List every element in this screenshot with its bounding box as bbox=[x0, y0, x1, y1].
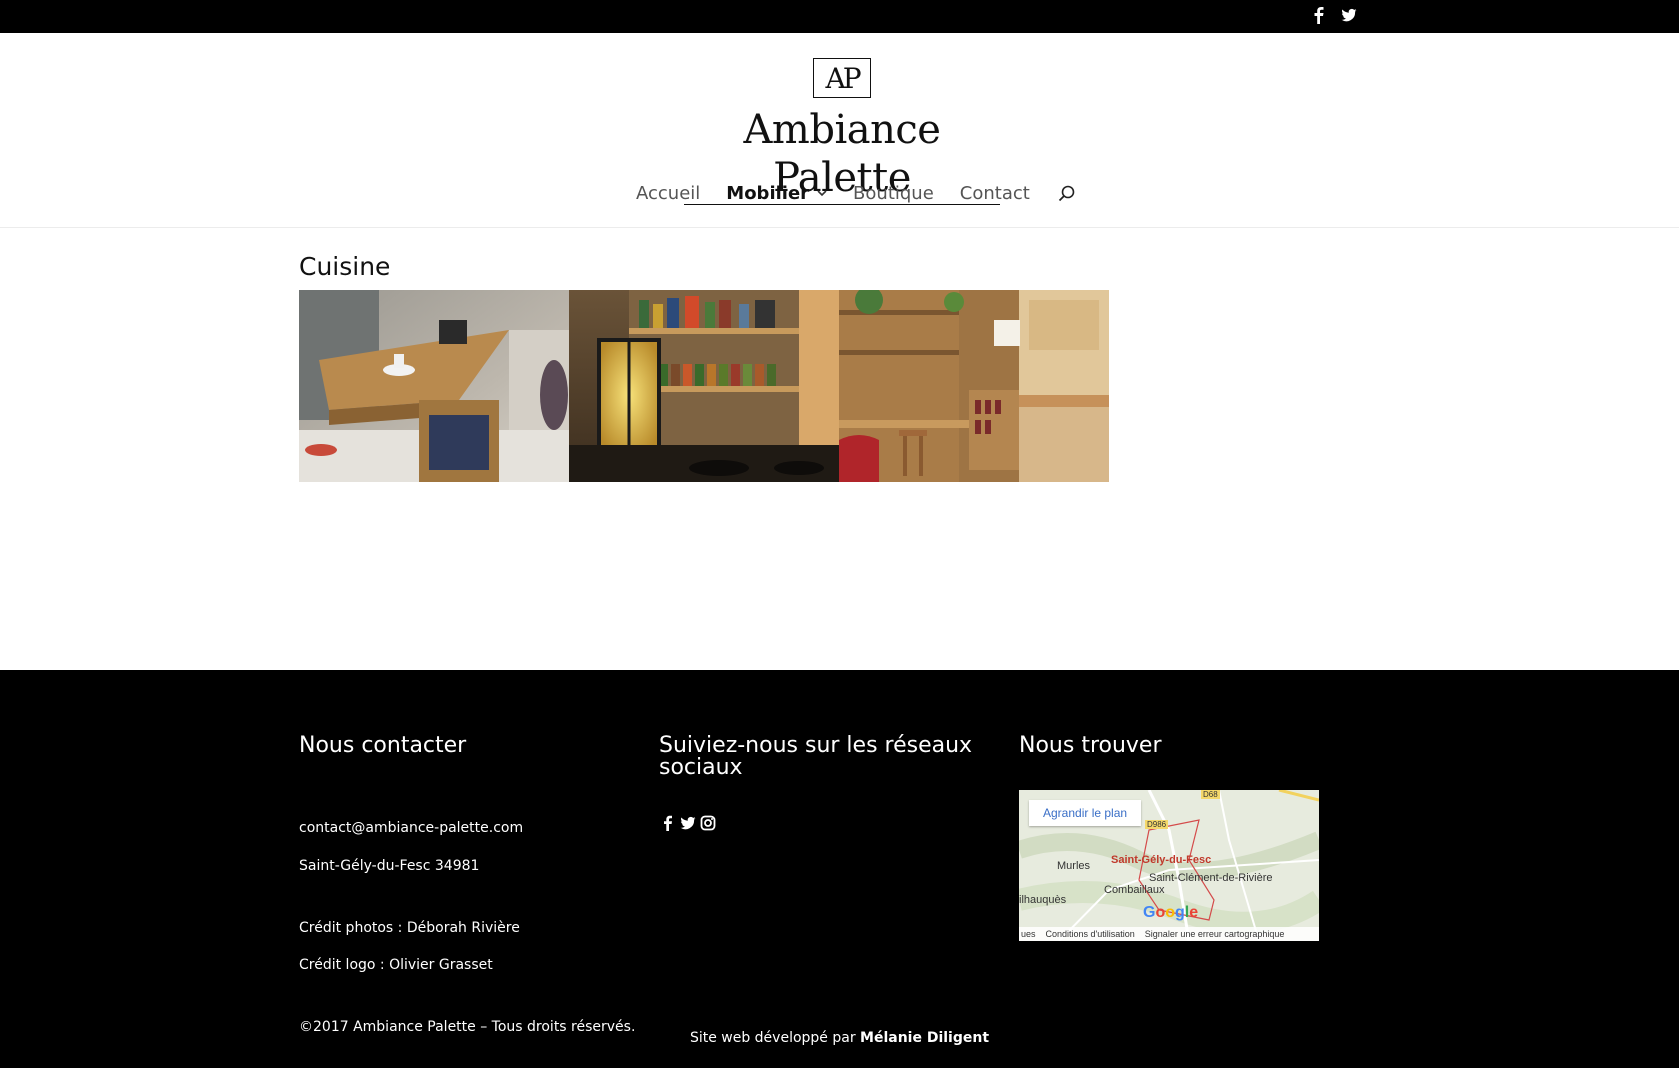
footer-social: Suiviez-nous sur les réseaux sociaux bbox=[659, 735, 979, 779]
facebook-icon[interactable] bbox=[1311, 6, 1327, 24]
footer-contact: Nous contacter contact@ambiance-palette.… bbox=[299, 733, 635, 1036]
chevron-down-icon bbox=[817, 187, 827, 200]
credit-photos: Crédit photos : Déborah Rivière bbox=[299, 920, 520, 936]
site-logo[interactable]: AP Ambiance Palette bbox=[684, 58, 1000, 205]
footer-contact-heading: Nous contacter bbox=[299, 733, 467, 758]
map-attribution-bar: ues Conditions d'utilisation Signaler un… bbox=[1019, 927, 1319, 941]
map-label-vailhauques: ilhauquès bbox=[1019, 894, 1067, 906]
nav-item-mobilier[interactable]: Mobilier bbox=[726, 183, 827, 204]
map-terms-link[interactable]: Conditions d'utilisation bbox=[1046, 929, 1135, 939]
top-bar bbox=[0, 0, 1679, 33]
gallery-photo-3[interactable] bbox=[839, 290, 1109, 482]
logo-mark: AP bbox=[813, 58, 871, 98]
developer-credit: Site web développé par Mélanie Diligent bbox=[0, 1030, 1679, 1046]
search-icon[interactable] bbox=[1058, 185, 1076, 203]
developer-name[interactable]: Mélanie Diligent bbox=[860, 1030, 989, 1046]
nav-item-label: Contact bbox=[959, 183, 1030, 204]
map-label-saint-clement: Saint-Clément-de-Rivière bbox=[1149, 872, 1273, 884]
footer-social-heading: Suiviez-nous sur les réseaux sociaux bbox=[659, 733, 973, 780]
map-label-combaillaux: Combaillaux bbox=[1104, 884, 1165, 896]
facebook-icon[interactable] bbox=[660, 815, 676, 831]
enlarge-map-button[interactable]: Agrandir le plan bbox=[1029, 800, 1142, 826]
google-logo: Google bbox=[1143, 904, 1199, 921]
footer-social-icons bbox=[660, 815, 716, 831]
nav-item-boutique[interactable]: Boutique bbox=[853, 183, 934, 204]
map-attribution-text: ues bbox=[1021, 929, 1036, 939]
nav-item-contact[interactable]: Contact bbox=[960, 183, 1030, 204]
map-label-saint-gely: Saint-Gély-du-Fesc bbox=[1111, 854, 1212, 866]
site-footer bbox=[0, 670, 1679, 1068]
top-social-links bbox=[1311, 6, 1357, 24]
road-label: D68 bbox=[1201, 790, 1220, 799]
google-map[interactable]: Agrandir le plan D68 D986 Murles Saint-G… bbox=[1019, 790, 1319, 941]
nav-item-label: Boutique bbox=[853, 183, 934, 204]
gallery-photo-1[interactable] bbox=[299, 290, 569, 482]
developer-credit-prefix: Site web développé par bbox=[689, 1030, 861, 1046]
main-nav: Accueil Mobilier Boutique Contact bbox=[636, 183, 1076, 204]
credit-logo: Crédit logo : Olivier Grasset bbox=[299, 957, 493, 973]
twitter-icon[interactable] bbox=[680, 815, 696, 831]
nav-item-accueil[interactable]: Accueil bbox=[636, 183, 700, 204]
photo-gallery bbox=[299, 290, 1109, 482]
contact-email[interactable]: contact@ambiance-palette.com bbox=[299, 820, 523, 836]
map-report-link[interactable]: Signaler une erreur cartographique bbox=[1145, 929, 1285, 939]
instagram-icon[interactable] bbox=[700, 815, 716, 831]
gallery-photo-2[interactable] bbox=[569, 290, 839, 482]
map-label-murles: Murles bbox=[1057, 860, 1091, 872]
nav-item-label: Accueil bbox=[636, 183, 701, 204]
nav-item-label: Mobilier bbox=[726, 183, 810, 204]
twitter-icon[interactable] bbox=[1341, 6, 1357, 24]
footer-map-section: Nous trouver bbox=[1019, 735, 1319, 757]
contact-city: Saint-Gély-du-Fesc 34981 bbox=[299, 858, 480, 874]
footer-map-heading: Nous trouver bbox=[1019, 733, 1162, 758]
page-title: Cuisine bbox=[299, 252, 391, 281]
road-label: D986 bbox=[1145, 820, 1169, 829]
site-header: AP Ambiance Palette Accueil Mobilier Bou… bbox=[0, 33, 1679, 228]
main-content: Cuisine bbox=[299, 252, 390, 281]
